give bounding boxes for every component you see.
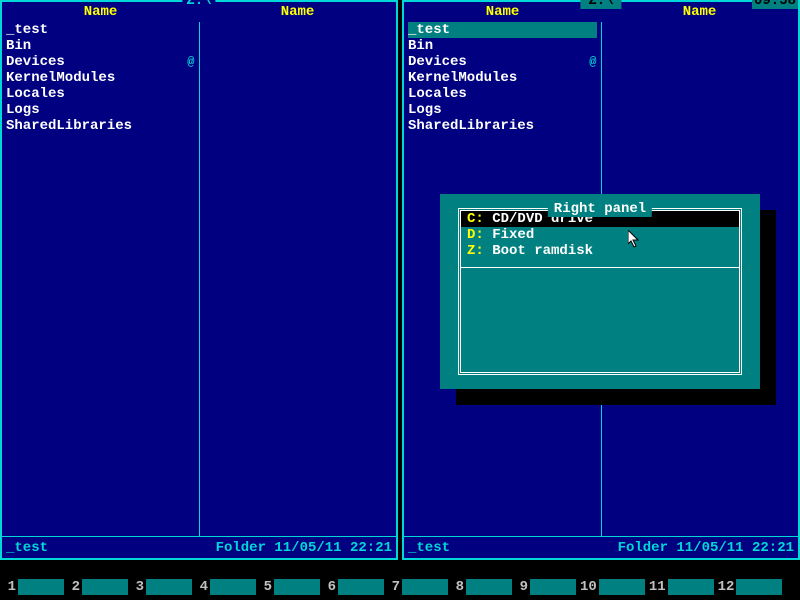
fkey-label [466,579,512,595]
drive-letter: D: [467,227,492,243]
fkey-number: 4 [194,579,210,595]
fkey-label [18,579,64,595]
drive-select-popup: Right panel C: CD/DVD driveD: FixedZ: Bo… [440,194,760,389]
fkey-label [599,579,645,595]
fkey-label [338,579,384,595]
fkey-number: 9 [514,579,530,595]
drive-option[interactable]: D: Fixed [461,227,739,243]
fkey-7[interactable]: 7 [386,579,448,595]
list-item[interactable]: Bin [6,38,195,54]
fkey-label [210,579,256,595]
fkey-label [530,579,576,595]
popup-divider [461,267,739,268]
list-item[interactable]: Devices@ [408,54,597,70]
fkey-2[interactable]: 2 [66,579,128,595]
list-item[interactable]: SharedLibraries [408,118,597,134]
fkey-number: 1 [2,579,18,595]
fkey-number: 5 [258,579,274,595]
drive-letter: Z: [467,243,492,259]
fkey-label [274,579,320,595]
fkey-label [82,579,128,595]
fkey-number: 8 [450,579,466,595]
drive-option[interactable]: Z: Boot ramdisk [461,243,739,259]
list-item[interactable]: Devices@ [6,54,195,70]
list-item[interactable]: Logs [408,102,597,118]
fkey-number: 7 [386,579,402,595]
fkey-4[interactable]: 4 [194,579,256,595]
fkey-12[interactable]: 12 [716,579,783,595]
fkey-6[interactable]: 6 [322,579,384,595]
left-status-info: Folder 11/05/11 22:21 [216,540,392,556]
drive-desc: Fixed [492,227,534,243]
fkey-label [146,579,192,595]
list-item[interactable]: SharedLibraries [6,118,195,134]
fkey-label [668,579,714,595]
fkey-number: 6 [322,579,338,595]
fkey-number: 3 [130,579,146,595]
right-panel-path: Z:\ [580,0,621,9]
list-item[interactable]: Logs [6,102,195,118]
list-item[interactable]: Bin [408,38,597,54]
list-item[interactable]: KernelModules [6,70,195,86]
left-col2-header: Name [199,4,396,20]
fkey-number: 2 [66,579,82,595]
fkey-1[interactable]: 1 [2,579,64,595]
right-col1-header: Name [404,4,601,20]
fkey-10[interactable]: 10 [578,579,645,595]
fkey-9[interactable]: 9 [514,579,576,595]
right-status-info: Folder 11/05/11 22:21 [618,540,794,556]
function-key-bar: 123456789101112 [0,574,800,600]
list-item[interactable]: KernelModules [408,70,597,86]
popup-title: Right panel [548,201,652,217]
fkey-label [736,579,782,595]
list-item[interactable]: _test [408,22,597,38]
fkey-11[interactable]: 11 [647,579,714,595]
clock: 09:58 [752,0,798,9]
link-icon: @ [187,54,194,70]
list-item[interactable]: _test [6,22,195,38]
left-panel-path: Z:\ [182,0,215,9]
drive-desc: Boot ramdisk [492,243,593,259]
fkey-5[interactable]: 5 [258,579,320,595]
link-icon: @ [589,54,596,70]
left-status-name: _test [6,540,48,556]
list-item[interactable]: Locales [408,86,597,102]
fkey-label [402,579,448,595]
fkey-number: 12 [716,579,737,595]
drive-letter: C: [467,211,492,227]
fkey-3[interactable]: 3 [130,579,192,595]
fkey-8[interactable]: 8 [450,579,512,595]
list-item[interactable]: Locales [6,86,195,102]
left-col1-header: Name [2,4,199,20]
fkey-number: 10 [578,579,599,595]
right-status-name: _test [408,540,450,556]
left-panel[interactable]: Z:\ Name Name _testBinDevices@KernelModu… [0,0,398,560]
fkey-number: 11 [647,579,668,595]
